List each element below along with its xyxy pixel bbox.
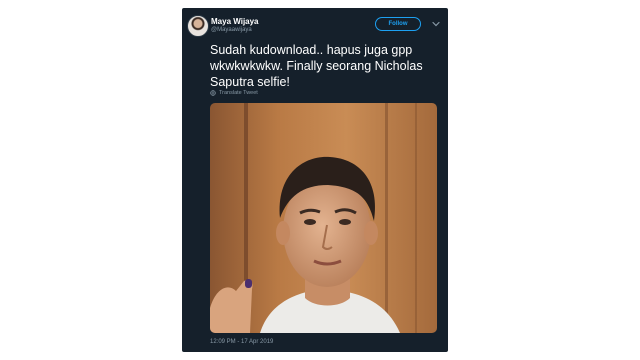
tweet-photo[interactable] bbox=[210, 103, 437, 333]
tweet-timestamp[interactable]: 12:09 PM - 17 Apr 2019 bbox=[210, 339, 273, 345]
tweet-card: Maya Wijaya @Mayaawijaya Follow Sudah ku… bbox=[182, 8, 448, 352]
author-handle[interactable]: @Mayaawijaya bbox=[211, 27, 252, 33]
globe-icon bbox=[210, 90, 216, 96]
chevron-down-icon[interactable] bbox=[430, 18, 442, 30]
tweet-text: Sudah kudownload.. hapus juga gpp wkwkwk… bbox=[210, 43, 423, 89]
translate-tweet-link[interactable]: Translate Tweet bbox=[210, 90, 258, 96]
author-name[interactable]: Maya Wijaya bbox=[211, 17, 259, 26]
translate-label: Translate Tweet bbox=[219, 90, 258, 96]
follow-button[interactable]: Follow bbox=[375, 17, 421, 31]
avatar[interactable] bbox=[187, 15, 209, 37]
